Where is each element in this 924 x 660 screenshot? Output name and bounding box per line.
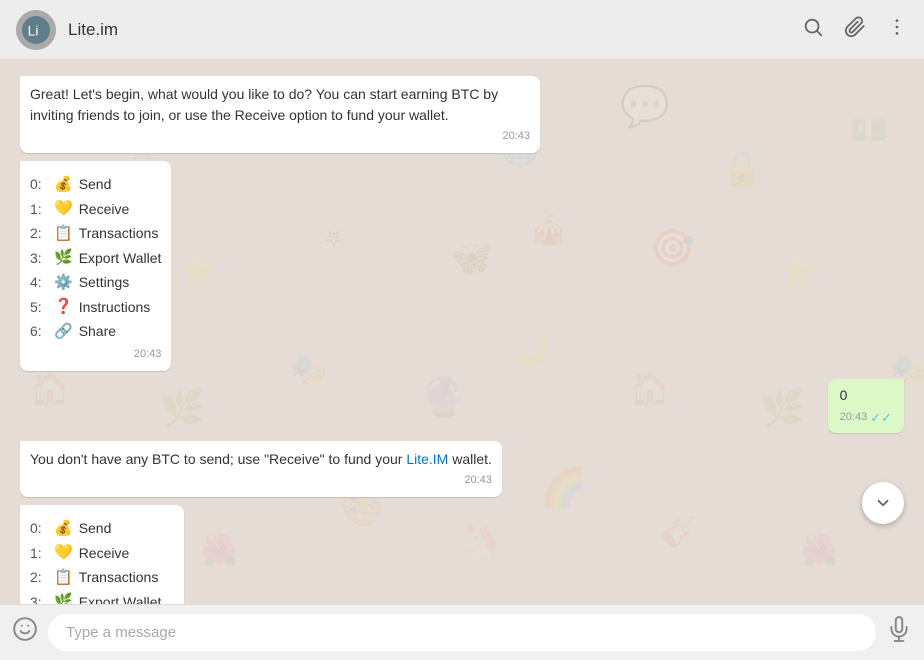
menu-item: 3: 🌿 Export Wallet (30, 246, 161, 271)
menu-item-num: 0: (30, 518, 48, 539)
message-row: 0 20:43 ✓✓ (20, 379, 904, 434)
menu-item-num: 3: (30, 592, 48, 604)
message-text: 0 (840, 385, 892, 406)
menu-item-num: 6: (30, 321, 48, 342)
menu-item-emoji: 💰 (54, 174, 73, 197)
liteIM-link[interactable]: Lite.IM (406, 451, 448, 467)
avatar: Li (16, 10, 56, 50)
menu-item-emoji: 📋 (54, 223, 73, 246)
menu-item-emoji: 💛 (54, 542, 73, 565)
menu-item-emoji: 🌿 (54, 591, 73, 604)
menu-item-emoji: 💰 (54, 518, 73, 541)
chat-title: Lite.im (68, 20, 802, 40)
input-bar (0, 604, 924, 660)
menu-item-num: 5: (30, 297, 48, 318)
menu-item-label: Transactions (79, 223, 159, 244)
message-bubble-outgoing: 0 20:43 ✓✓ (828, 379, 904, 434)
menu-item: 0: 💰 Send (30, 173, 161, 198)
menu-item-emoji: 🌿 (54, 247, 73, 270)
menu-item-num: 2: (30, 567, 48, 588)
menu-item-num: 2: (30, 223, 48, 244)
menu-item-label: Send (79, 518, 112, 539)
message-bubble: You don't have any BTC to send; use "Rec… (20, 441, 502, 497)
message-text: You don't have any BTC to send; use "Rec… (30, 449, 492, 470)
menu-item: 1: 💛 Receive (30, 197, 161, 222)
menu-item: 2: 📋 Transactions (30, 566, 174, 591)
menu-item-label: Receive (79, 199, 130, 220)
menu-item-label: Send (79, 174, 112, 195)
menu-item-emoji: 🔗 (54, 321, 73, 344)
menu-item-num: 1: (30, 199, 48, 220)
menu-item-emoji: 📋 (54, 567, 73, 590)
menu-item: 5: ❓ Instructions (30, 295, 161, 320)
message-row: You don't have any BTC to send; use "Rec… (20, 441, 904, 497)
check-marks-icon: ✓✓ (870, 408, 892, 428)
menu-item-emoji: ⚙️ (54, 272, 73, 295)
menu-item-num: 0: (30, 174, 48, 195)
chat-area: Great! Let's begin, what would you like … (0, 60, 924, 604)
menu-item: 0: 💰 Send (30, 517, 174, 542)
message-bubble-menu2: 0: 💰 Send 1: 💛 Receive 2: 📋 Transactions… (20, 505, 184, 605)
menu-item-num: 3: (30, 248, 48, 269)
menu-item-label: Receive (79, 543, 130, 564)
header-actions (802, 16, 908, 44)
message-time: 20:43 (30, 346, 161, 363)
message-time: 20:43 (30, 128, 530, 145)
emoji-button[interactable] (12, 616, 38, 649)
message-time: 20:43 ✓✓ (840, 408, 892, 428)
message-input[interactable] (48, 614, 876, 651)
menu-item-label: Export Wallet (79, 592, 162, 604)
menu-list-2: 0: 💰 Send 1: 💛 Receive 2: 📋 Transactions… (30, 517, 174, 605)
menu-item-num: 1: (30, 543, 48, 564)
svg-text:Li: Li (28, 22, 39, 38)
menu-item: 1: 💛 Receive (30, 541, 174, 566)
chat-header: Li Lite.im (0, 0, 924, 60)
microphone-button[interactable] (886, 616, 912, 649)
message-row: 0: 💰 Send 1: 💛 Receive 2: 📋 Transactions… (20, 161, 904, 371)
menu-item: 3: 🌿 Export Wallet (30, 590, 174, 604)
scroll-to-bottom-button[interactable] (862, 482, 904, 524)
menu-item-label: Share (79, 321, 116, 342)
message-row: 0: 💰 Send 1: 💛 Receive 2: 📋 Transactions… (20, 505, 904, 605)
more-options-icon[interactable] (886, 16, 908, 44)
menu-item-label: Instructions (79, 297, 151, 318)
menu-item-label: Export Wallet (79, 248, 162, 269)
search-icon[interactable] (802, 16, 824, 44)
attach-icon[interactable] (844, 16, 866, 44)
message-time: 20:43 (30, 472, 492, 489)
message-text: Great! Let's begin, what would you like … (30, 84, 530, 126)
menu-item: 4: ⚙️ Settings (30, 271, 161, 296)
menu-item-emoji: ❓ (54, 296, 73, 319)
message-bubble: Great! Let's begin, what would you like … (20, 76, 540, 153)
menu-item: 2: 📋 Transactions (30, 222, 161, 247)
message-row: Great! Let's begin, what would you like … (20, 76, 904, 153)
menu-item-emoji: 💛 (54, 198, 73, 221)
menu-item: 6: 🔗 Share (30, 320, 161, 345)
menu-item-num: 4: (30, 272, 48, 293)
message-bubble-menu: 0: 💰 Send 1: 💛 Receive 2: 📋 Transactions… (20, 161, 171, 371)
menu-list: 0: 💰 Send 1: 💛 Receive 2: 📋 Transactions… (30, 173, 161, 345)
menu-item-label: Transactions (79, 567, 159, 588)
menu-item-label: Settings (79, 272, 130, 293)
